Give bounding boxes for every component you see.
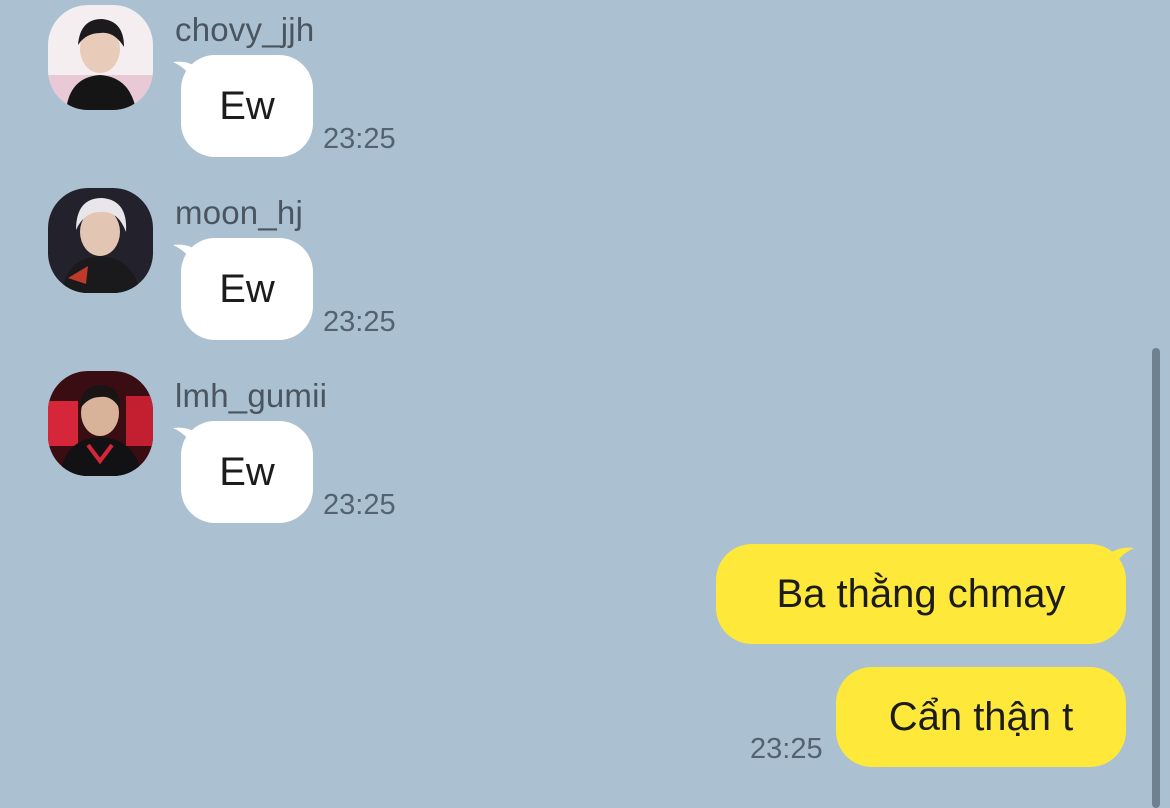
sender-name: moon_hj	[175, 194, 303, 231]
incoming-message: moon_hj Ew 23:25	[0, 188, 600, 348]
message-timestamp: 23:25	[323, 123, 396, 155]
incoming-message: lmh_gumii Ew 23:25	[0, 371, 600, 531]
incoming-message: chovy_jjh Ew 23:25	[0, 5, 600, 165]
message-timestamp: 23:25	[750, 733, 823, 765]
user-avatar[interactable]	[48, 371, 153, 476]
sender-name: lmh_gumii	[175, 377, 328, 414]
user-avatar[interactable]	[48, 188, 153, 293]
avatar-photo-icon	[48, 371, 153, 476]
message-bubble[interactable]: Ew	[181, 421, 313, 523]
sender-name: chovy_jjh	[175, 11, 315, 48]
avatar-photo-icon	[48, 5, 153, 110]
chat-message-list: chovy_jjh Ew 23:25 moon_hj Ew 23:25 lmh_…	[0, 0, 1170, 808]
avatar-photo-icon	[48, 188, 153, 293]
message-bubble[interactable]: Ew	[181, 238, 313, 340]
message-timestamp: 23:25	[323, 306, 396, 338]
message-bubble[interactable]: Cẩn thận t	[836, 667, 1126, 767]
message-bubble[interactable]: Ew	[181, 55, 313, 157]
message-timestamp: 23:25	[323, 489, 396, 521]
scrollbar[interactable]	[1152, 348, 1160, 808]
message-bubble[interactable]: Ba thằng chmay	[716, 544, 1126, 644]
user-avatar[interactable]	[48, 5, 153, 110]
